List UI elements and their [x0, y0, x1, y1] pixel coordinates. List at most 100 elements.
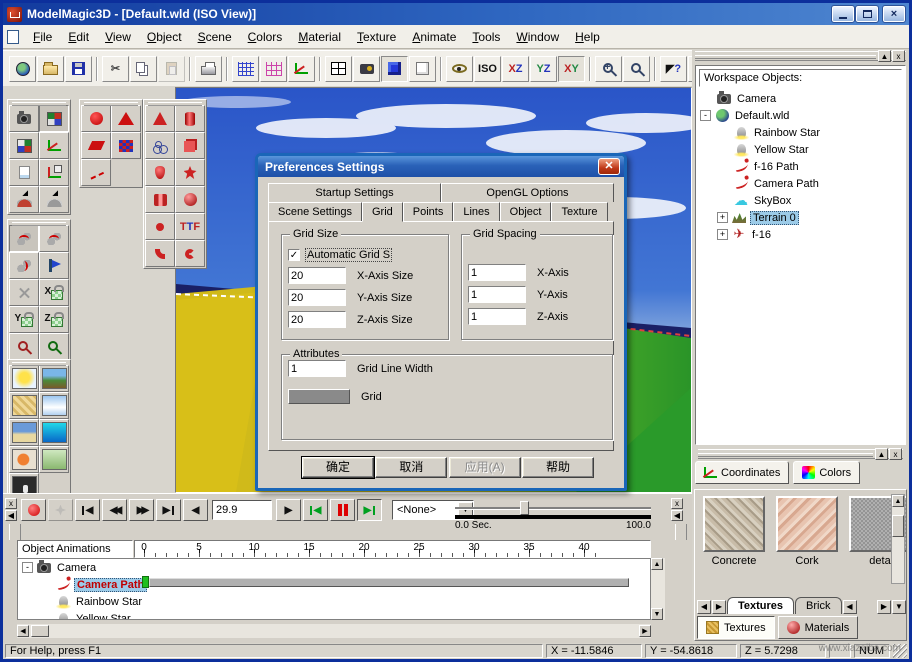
mdi-document-icon[interactable]: [7, 30, 19, 44]
maximize-button[interactable]: [856, 6, 878, 22]
terrain-lower-button[interactable]: [9, 186, 39, 213]
tab-menu-icon[interactable]: ▼: [892, 600, 906, 614]
shape-circle-button[interactable]: [81, 105, 111, 132]
minimize-button[interactable]: [832, 6, 854, 22]
th-fish-button[interactable]: [9, 446, 39, 473]
dialog-button-apply[interactable]: 应用(A): [449, 457, 521, 478]
menu-animate[interactable]: Animate: [404, 28, 464, 46]
scroll-thumb[interactable]: [31, 625, 49, 637]
texture-thumb-concrete[interactable]: Concrete: [700, 496, 768, 567]
shape-cone-button[interactable]: [145, 105, 175, 132]
grid-button[interactable]: [232, 56, 259, 82]
animation-track-bar[interactable]: [149, 578, 629, 587]
shape-rings-button[interactable]: [145, 132, 175, 159]
menu-window[interactable]: Window: [508, 28, 567, 46]
terrain-raise-button[interactable]: [39, 186, 69, 213]
texture-tab-brick[interactable]: Brick: [795, 597, 841, 614]
tab-object[interactable]: Object: [500, 202, 552, 221]
close-panel-icon[interactable]: x: [892, 50, 905, 62]
tree-item-camera[interactable]: -Camera: [18, 559, 650, 576]
shape-triangle-button[interactable]: [111, 105, 141, 132]
menu-texture[interactable]: Texture: [349, 28, 404, 46]
shape-elbow-button[interactable]: [145, 240, 175, 267]
frame-back-button[interactable]: ◀: [183, 499, 208, 521]
xy-view-button[interactable]: XY: [558, 56, 585, 82]
seek-end-button[interactable]: ▶: [156, 499, 181, 521]
axis-input[interactable]: [288, 267, 346, 284]
shape-ttf-button[interactable]: TTF: [175, 213, 205, 240]
expander-icon[interactable]: +: [717, 229, 728, 240]
zoom-in-button[interactable]: [595, 56, 622, 82]
axis-input[interactable]: [468, 264, 526, 281]
scroll-right-icon[interactable]: ▶: [639, 625, 651, 637]
grid-color-swatch[interactable]: [288, 389, 350, 404]
tab-opengl-options[interactable]: OpenGL Options: [441, 183, 614, 202]
seek-start-button[interactable]: ◀: [75, 499, 100, 521]
frame-input[interactable]: [212, 500, 272, 520]
tree-item-f-16[interactable]: +f-16: [696, 226, 905, 243]
th-sun-button[interactable]: [9, 365, 39, 392]
grid-snap-button[interactable]: [260, 56, 287, 82]
close-panel-icon[interactable]: x: [5, 498, 17, 509]
axis-input[interactable]: [288, 360, 346, 377]
collapse-left-icon[interactable]: ◀: [5, 510, 17, 521]
zoom-scene-button[interactable]: [39, 333, 69, 360]
shape-torus-button[interactable]: [145, 213, 175, 240]
tab-texture[interactable]: Texture: [551, 202, 607, 221]
pause-button[interactable]: [330, 499, 355, 521]
yz-view-button[interactable]: YZ: [530, 56, 557, 82]
axis-input[interactable]: [288, 289, 346, 306]
th-green-button[interactable]: [39, 446, 69, 473]
fast-forward-button[interactable]: ▶▶: [129, 499, 154, 521]
axis-input[interactable]: [468, 286, 526, 303]
note-button[interactable]: [9, 159, 39, 186]
quad-view-button[interactable]: [325, 56, 352, 82]
context-help-button[interactable]: ◤?: [660, 56, 687, 82]
th-beach-button[interactable]: [9, 419, 39, 446]
zoom-object-button[interactable]: [9, 333, 39, 360]
select-move-button[interactable]: [9, 225, 39, 252]
menu-edit[interactable]: Edit: [60, 28, 97, 46]
dialog-close-button[interactable]: ✕: [598, 158, 620, 175]
save-button[interactable]: [65, 56, 92, 82]
scroll-down-icon[interactable]: ▼: [651, 608, 663, 620]
slider-groove[interactable]: [455, 507, 651, 509]
iso-view-button[interactable]: ISO: [474, 56, 501, 82]
close-button[interactable]: ×: [883, 6, 905, 22]
tree-item-rainbow-star[interactable]: Rainbow Star: [696, 124, 905, 141]
tab-points[interactable]: Points: [403, 202, 454, 221]
shape-ribbon-button[interactable]: [145, 186, 175, 213]
tree-item-rainbow-star[interactable]: Rainbow Star: [18, 593, 650, 610]
tree-item-f-16-path[interactable]: f-16 Path: [696, 158, 905, 175]
tree-item-yellow-star[interactable]: Yellow Star: [696, 141, 905, 158]
lower-panel-grip[interactable]: ▲ x: [698, 449, 903, 459]
menu-help[interactable]: Help: [567, 28, 608, 46]
stop-button[interactable]: [48, 499, 73, 521]
menu-view[interactable]: View: [97, 28, 139, 46]
select-rotate-button[interactable]: [39, 225, 69, 252]
tab-scroll-right-icon[interactable]: ▶: [712, 600, 726, 614]
th-clouds-button[interactable]: [39, 392, 69, 419]
panel-button-materials[interactable]: Materials: [778, 616, 859, 639]
tree-item-default-wld[interactable]: -Default.wld: [696, 107, 905, 124]
texture-tab-textures[interactable]: Textures: [727, 597, 794, 614]
flag-button[interactable]: [39, 252, 69, 279]
paste-button[interactable]: [158, 56, 185, 82]
workspace-panel-grip[interactable]: ▲ x: [695, 51, 906, 61]
axes-3d-button[interactable]: [39, 132, 69, 159]
tab-startup-settings[interactable]: Startup Settings: [268, 183, 441, 202]
collapse-up-icon[interactable]: ▲: [875, 448, 888, 460]
th-water-button[interactable]: [39, 419, 69, 446]
tab-colors[interactable]: Colors: [793, 461, 860, 484]
dialog-button-help[interactable]: 帮助: [522, 457, 594, 478]
tree-item-camera[interactable]: Camera: [696, 90, 905, 107]
collapse-up-icon[interactable]: ▲: [878, 50, 891, 62]
drag-grip[interactable]: [9, 524, 21, 540]
automatic-grid-checkbox[interactable]: ✓: [288, 249, 300, 261]
shape-parallelogram-button[interactable]: [81, 132, 111, 159]
dialog-title-bar[interactable]: Preferences Settings: [258, 156, 624, 177]
tree-item-terrain-0[interactable]: +Terrain 0: [696, 209, 905, 226]
lock-y-button[interactable]: [9, 306, 39, 333]
texture-scrollbar[interactable]: ▲: [891, 494, 905, 584]
play-end-button[interactable]: ▶: [357, 499, 382, 521]
